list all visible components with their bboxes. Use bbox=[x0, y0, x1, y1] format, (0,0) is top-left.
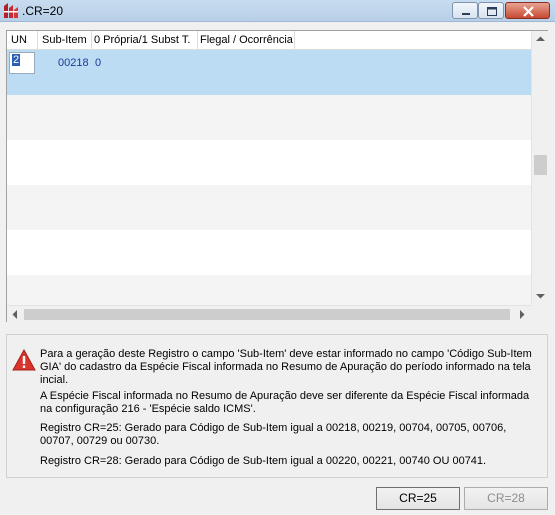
window-title: .CR=20 bbox=[22, 4, 64, 18]
table-row[interactable]: 2 00218 0 bbox=[7, 50, 531, 95]
horizontal-scroll-thumb[interactable] bbox=[24, 309, 510, 320]
column-divider[interactable] bbox=[91, 31, 92, 50]
table-row-empty bbox=[7, 140, 531, 185]
scroll-down-icon[interactable] bbox=[536, 293, 545, 299]
minimize-button[interactable] bbox=[452, 2, 478, 19]
maximize-icon bbox=[487, 7, 497, 16]
column-divider[interactable] bbox=[197, 31, 198, 50]
scroll-left-icon[interactable] bbox=[12, 310, 18, 319]
minimize-icon bbox=[462, 13, 470, 15]
vertical-scrollbar[interactable] bbox=[531, 31, 548, 305]
info-panel: Para a geração deste Registro o campo 'S… bbox=[6, 334, 548, 478]
vertical-scroll-thumb[interactable] bbox=[534, 155, 547, 175]
table-row-empty bbox=[7, 95, 531, 140]
info-paragraph-2: A Espécie Fiscal informada no Resumo de … bbox=[40, 390, 530, 415]
info-paragraph-1: Para a geração deste Registro o campo 'S… bbox=[40, 348, 532, 386]
sub-item-cell[interactable]: 00218 bbox=[58, 57, 89, 69]
table-row-empty bbox=[7, 275, 531, 305]
un-cell-editor[interactable]: 2 bbox=[9, 52, 35, 74]
grid-rows: 2 00218 0 bbox=[7, 50, 531, 305]
title-bar: .CR=20 bbox=[0, 0, 555, 22]
close-button[interactable] bbox=[505, 2, 550, 19]
info-paragraph-4: Registro CR=28: Gerado para Código de Su… bbox=[40, 455, 487, 467]
info-paragraph-3: Registro CR=25: Gerado para Código de Su… bbox=[40, 422, 507, 447]
table-row-empty bbox=[7, 230, 531, 275]
close-icon bbox=[523, 6, 534, 17]
cr25-button-label: CR=25 bbox=[399, 491, 437, 505]
column-divider[interactable] bbox=[37, 31, 38, 50]
column-header-flegal[interactable]: Flegal / Ocorrência bbox=[200, 34, 293, 48]
column-divider[interactable] bbox=[294, 31, 295, 50]
column-header-un[interactable]: UN bbox=[11, 34, 27, 48]
app-icon bbox=[4, 3, 18, 18]
grid-header: UN Sub-Item 0 Própria/1 Subst T. Flegal … bbox=[7, 31, 531, 50]
cr28-button[interactable]: CR=28 bbox=[464, 487, 548, 510]
maximize-button[interactable] bbox=[478, 2, 504, 19]
table-row-empty bbox=[7, 185, 531, 230]
warning-icon bbox=[12, 349, 36, 371]
cr28-button-label: CR=28 bbox=[487, 491, 525, 505]
data-grid[interactable]: UN Sub-Item 0 Própria/1 Subst T. Flegal … bbox=[6, 30, 548, 322]
horizontal-scrollbar[interactable] bbox=[7, 305, 531, 322]
cr25-button[interactable]: CR=25 bbox=[376, 487, 460, 510]
un-cell-value: 2 bbox=[12, 54, 21, 66]
scroll-corner bbox=[531, 305, 548, 322]
propria-cell[interactable]: 0 bbox=[95, 57, 101, 69]
scroll-right-icon[interactable] bbox=[519, 310, 525, 319]
scroll-up-icon[interactable] bbox=[536, 36, 545, 42]
column-header-propria[interactable]: 0 Própria/1 Subst T. bbox=[94, 34, 190, 48]
column-header-sub-item[interactable]: Sub-Item bbox=[42, 34, 87, 48]
